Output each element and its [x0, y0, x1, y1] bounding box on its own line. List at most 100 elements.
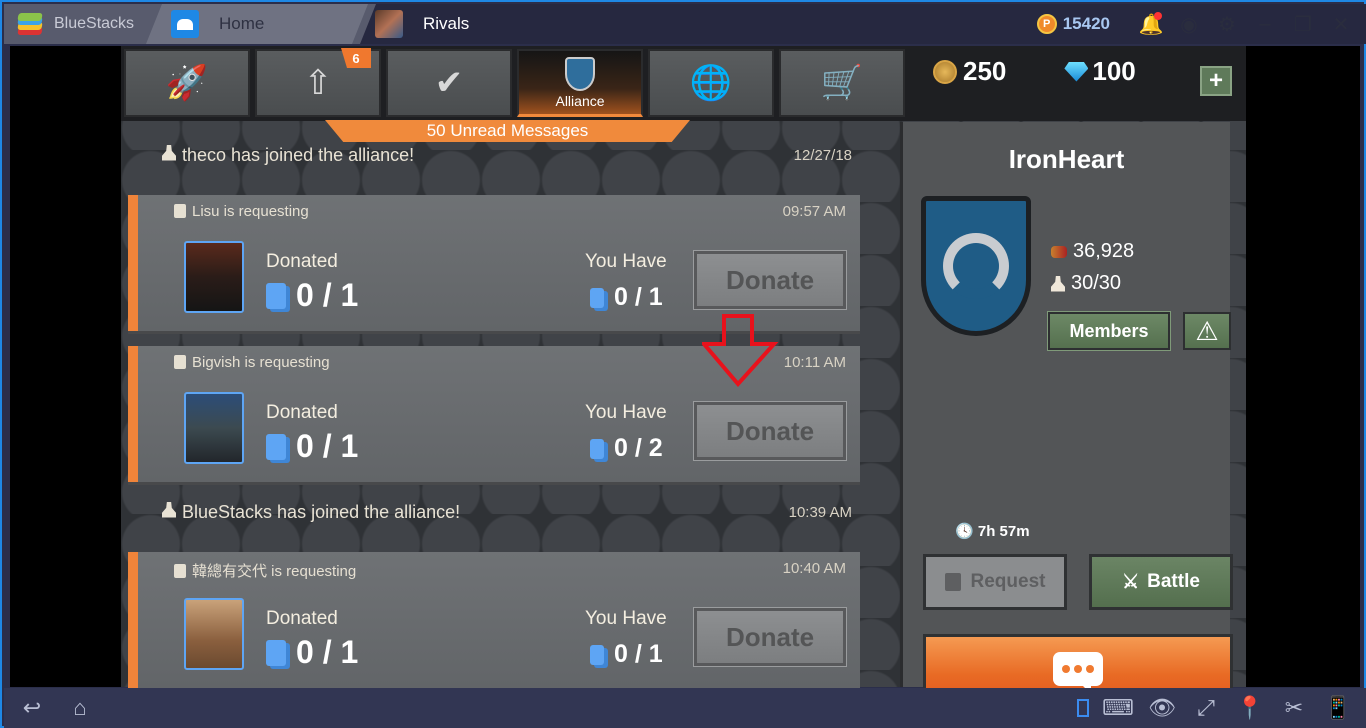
achievement-check-icon: ✔: [434, 64, 464, 102]
cards-icon: [266, 433, 286, 460]
donated-value: 0 / 1: [296, 277, 359, 313]
donate-button[interactable]: Donate: [693, 607, 847, 667]
back-icon[interactable]: ↩: [12, 688, 52, 728]
upgrade-arrow-icon: ⇧: [303, 64, 333, 102]
nav-tab-upgrade[interactable]: ⇧ 6: [255, 48, 381, 117]
system-message-text: theco has joined the alliance!: [182, 144, 415, 165]
donate-button[interactable]: Donate: [693, 250, 847, 310]
tab-rivals-label: Rivals: [423, 14, 470, 33]
request-timer: 🕓 7h 57m: [955, 522, 1030, 540]
card-icon: [944, 573, 961, 591]
cart-icon: 🛒: [820, 64, 864, 102]
notification-bell-icon[interactable]: 🔔: [1132, 4, 1170, 44]
card-icon: [174, 355, 186, 369]
nav-tab-achievements[interactable]: ✔: [386, 49, 512, 117]
fullscreen-icon[interactable]: ⤢: [1186, 688, 1226, 728]
you-have-label: You Have: [585, 608, 667, 629]
alliance-panel: IronHeart 36,928 30/30 Members ⚠ 🕓 7h 57…: [900, 122, 1233, 704]
person-icon: [162, 501, 176, 518]
cards-icon: [590, 644, 604, 665]
request-header: Lisu is requesting: [192, 203, 309, 220]
bluestacks-points-icon: P: [1036, 14, 1057, 34]
nav-tab-alliance[interactable]: Alliance: [517, 49, 643, 117]
close-icon[interactable]: ✕: [1322, 4, 1360, 44]
timer-value: 7h 57m: [977, 523, 1030, 540]
settings-gear-icon[interactable]: ⚙: [1208, 4, 1246, 44]
nav-tab-world[interactable]: 🌐: [648, 49, 774, 117]
requested-card-portrait[interactable]: [184, 598, 244, 670]
rocket-icon: 🚀: [165, 64, 209, 102]
donated-label: Donated: [266, 608, 338, 629]
person-icon: [1051, 275, 1065, 292]
points-balance[interactable]: 15420: [1063, 14, 1110, 34]
donated-label: Donated: [266, 251, 338, 272]
cards-icon: [266, 639, 286, 666]
alliance-emblem: [921, 196, 1031, 336]
minimize-icon[interactable]: –: [1246, 4, 1284, 44]
alliance-shield-icon: [565, 56, 595, 91]
nav-tab-shop[interactable]: 🛒: [779, 49, 905, 117]
account-icon[interactable]: ◉: [1170, 4, 1208, 44]
message-time: 10:40 AM: [782, 560, 846, 577]
system-message-text: BlueStacks has joined the alliance!: [182, 501, 461, 522]
request-header: Bigvish is requesting: [192, 354, 330, 371]
donate-button[interactable]: Donate: [693, 401, 847, 461]
upgrade-badge: 6: [341, 48, 371, 68]
request-header: 韓總有交代 is requesting: [192, 563, 357, 580]
location-pin-icon[interactable]: 📍: [1230, 688, 1270, 728]
request-card: Lisu is requesting 09:57 AM Donated 0 / 1…: [128, 195, 860, 331]
crossed-rifles-icon: [943, 233, 1009, 299]
bluestacks-logo-icon: [16, 13, 44, 35]
nav-tab-rockets[interactable]: 🚀: [124, 49, 250, 117]
message-time: 10:39 AM: [788, 503, 852, 521]
alliance-name: IronHeart: [1008, 144, 1125, 174]
requested-card-portrait[interactable]: [184, 392, 244, 464]
you-have-value: 0 / 2: [614, 434, 663, 462]
restore-icon[interactable]: ❐: [1284, 4, 1322, 44]
diamond-icon: [1064, 61, 1089, 82]
title-bar: BlueStacks Home Rivals P 15420 🔔 ◉ ⚙ – ❐…: [4, 4, 1366, 44]
cards-icon: [590, 438, 604, 459]
members-button[interactable]: Members: [1047, 311, 1171, 351]
gold-coin-icon: [933, 59, 957, 84]
tab-home[interactable]: Home: [146, 4, 368, 44]
keyboard-toggle-icon[interactable]: [1072, 688, 1094, 728]
battle-button[interactable]: ⚔ Battle: [1089, 554, 1233, 610]
requested-card-portrait[interactable]: [184, 241, 244, 313]
donated-value: 0 / 1: [296, 634, 359, 670]
bluestacks-tab[interactable]: BlueStacks: [4, 4, 154, 44]
request-button[interactable]: Request: [923, 554, 1067, 610]
alliance-members-count: 30/30: [1051, 272, 1121, 295]
cards-icon: [590, 287, 604, 308]
card-icon: [174, 564, 186, 578]
currency-display: 250 100: [933, 56, 1136, 87]
scissors-icon[interactable]: ✂: [1274, 688, 1314, 728]
keyboard-icon[interactable]: ⌨: [1098, 688, 1138, 728]
donated-label: Donated: [266, 402, 338, 423]
shake-device-icon[interactable]: 📱: [1318, 688, 1358, 728]
crossed-swords-icon: ⚔: [1122, 571, 1140, 593]
eye-icon[interactable]: 👁: [1142, 688, 1182, 728]
unread-messages-banner[interactable]: 50 Unread Messages: [325, 120, 690, 142]
add-currency-button[interactable]: +: [1200, 66, 1232, 96]
game-viewport: 🚀 ⇧ 6 ✔ Alliance 🌐 🛒 250 100 + 50 Unread …: [10, 46, 1360, 704]
request-card: 韓總有交代 is requesting 10:40 AM Donated 0 / …: [128, 552, 860, 688]
bluestacks-bottom-bar: ↩ ⌂ ⌨ 👁 ⤢ 📍 ✂ 📱: [4, 688, 1366, 728]
donated-value: 0 / 1: [296, 428, 359, 464]
annotation-arrow-icon: [702, 314, 779, 388]
rivals-app-icon: [375, 10, 403, 38]
gem-amount: 100: [1092, 56, 1136, 86]
person-icon: [162, 144, 176, 161]
message-time: 12/27/18: [793, 146, 852, 164]
message-time: 10:11 AM: [783, 354, 846, 371]
you-have-label: You Have: [585, 402, 667, 423]
app-name: BlueStacks: [54, 15, 135, 32]
warning-icon[interactable]: ⚠: [1183, 312, 1231, 350]
android-home-icon[interactable]: ⌂: [60, 688, 100, 728]
cards-icon: [266, 282, 286, 309]
you-have-value: 0 / 1: [614, 283, 663, 311]
member-count: 30/30: [1071, 272, 1122, 294]
card-icon: [174, 204, 186, 218]
chat-bubble-icon: [1053, 652, 1103, 694]
clock-icon: 🕓: [955, 523, 978, 540]
